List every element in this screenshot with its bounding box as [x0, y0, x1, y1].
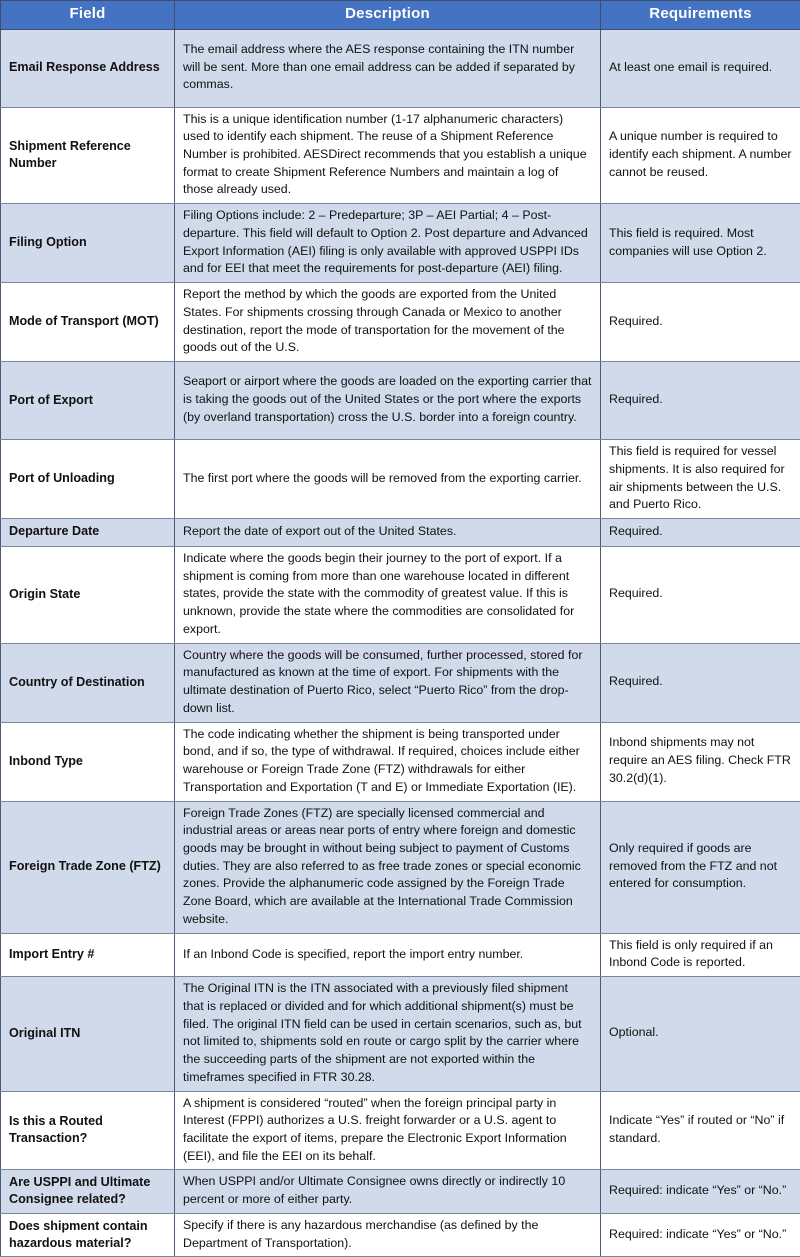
cell-requirements: This field is only required if an Inbond… [601, 933, 800, 976]
cell-description: Filing Options include: 2 – Predeparture… [175, 204, 601, 283]
cell-field: Foreign Trade Zone (FTZ) [1, 801, 175, 933]
cell-description: The email address where the AES response… [175, 29, 601, 107]
table-row: Import Entry # If an Inbond Code is spec… [1, 933, 800, 976]
table-row: Is this a Routed Transaction? A shipment… [1, 1091, 800, 1170]
cell-field: Port of Export [1, 362, 175, 440]
column-header-field: Field [1, 1, 175, 30]
table-row: Filing Option Filing Options include: 2 … [1, 204, 800, 283]
table-row: Original ITN The Original ITN is the ITN… [1, 977, 800, 1091]
cell-field: Email Response Address [1, 29, 175, 107]
table-row: Country of Destination Country where the… [1, 643, 800, 722]
cell-description: The first port where the goods will be r… [175, 440, 601, 519]
cell-requirements: Required. [601, 518, 800, 546]
table-row: Origin State Indicate where the goods be… [1, 546, 800, 643]
cell-requirements: This field is required. Most companies w… [601, 204, 800, 283]
cell-field: Country of Destination [1, 643, 175, 722]
table-row: Departure Date Report the date of export… [1, 518, 800, 546]
cell-description: When USPPI and/or Ultimate Consignee own… [175, 1170, 601, 1213]
cell-field: Departure Date [1, 518, 175, 546]
cell-requirements: Optional. [601, 977, 800, 1091]
cell-requirements: Indicate “Yes” if routed or “No” if stan… [601, 1091, 800, 1170]
table-header: Field Description Requirements [1, 1, 800, 30]
column-header-requirements: Requirements [601, 1, 800, 30]
cell-description: The Original ITN is the ITN associated w… [175, 977, 601, 1091]
table-body: Email Response Address The email address… [1, 29, 800, 1257]
cell-field: Original ITN [1, 977, 175, 1091]
table-row: Port of Unloading The first port where t… [1, 440, 800, 519]
cell-requirements: Required: indicate “Yes” or “No.” [601, 1213, 800, 1256]
cell-field: Does shipment contain hazardous material… [1, 1213, 175, 1256]
cell-description: A shipment is considered “routed” when t… [175, 1091, 601, 1170]
cell-field: Import Entry # [1, 933, 175, 976]
cell-requirements: At least one email is required. [601, 29, 800, 107]
cell-requirements: Required. [601, 546, 800, 643]
cell-description: Report the method by which the goods are… [175, 283, 601, 362]
cell-field: Is this a Routed Transaction? [1, 1091, 175, 1170]
cell-description: Specify if there is any hazardous mercha… [175, 1213, 601, 1256]
cell-description: This is a unique identification number (… [175, 107, 601, 204]
cell-description: Country where the goods will be consumed… [175, 643, 601, 722]
cell-description: Foreign Trade Zones (FTZ) are specially … [175, 801, 601, 933]
table-row: Are USPPI and Ultimate Consignee related… [1, 1170, 800, 1213]
cell-field: Mode of Transport (MOT) [1, 283, 175, 362]
cell-field: Port of Unloading [1, 440, 175, 519]
table-row: Mode of Transport (MOT) Report the metho… [1, 283, 800, 362]
cell-field: Origin State [1, 546, 175, 643]
cell-description: Report the date of export out of the Uni… [175, 518, 601, 546]
table-header-row: Field Description Requirements [1, 1, 800, 30]
cell-description: Indicate where the goods begin their jou… [175, 546, 601, 643]
table-row: Does shipment contain hazardous material… [1, 1213, 800, 1256]
table-row: Shipment Reference Number This is a uniq… [1, 107, 800, 204]
table-row: Email Response Address The email address… [1, 29, 800, 107]
cell-requirements: This field is required for vessel shipme… [601, 440, 800, 519]
cell-description: The code indicating whether the shipment… [175, 722, 601, 801]
cell-field: Filing Option [1, 204, 175, 283]
cell-requirements: A unique number is required to identify … [601, 107, 800, 204]
cell-field: Shipment Reference Number [1, 107, 175, 204]
cell-field: Are USPPI and Ultimate Consignee related… [1, 1170, 175, 1213]
table-row: Port of Export Seaport or airport where … [1, 362, 800, 440]
table-row: Inbond Type The code indicating whether … [1, 722, 800, 801]
table-row: Foreign Trade Zone (FTZ) Foreign Trade Z… [1, 801, 800, 933]
cell-requirements: Required. [601, 643, 800, 722]
cell-requirements: Required. [601, 362, 800, 440]
cell-requirements: Required. [601, 283, 800, 362]
cell-requirements: Required: indicate “Yes” or “No.” [601, 1170, 800, 1213]
cell-description: Seaport or airport where the goods are l… [175, 362, 601, 440]
cell-requirements: Only required if goods are removed from … [601, 801, 800, 933]
cell-field: Inbond Type [1, 722, 175, 801]
column-header-description: Description [175, 1, 601, 30]
field-requirements-table: Field Description Requirements Email Res… [0, 0, 800, 1257]
cell-requirements: Inbond shipments may not require an AES … [601, 722, 800, 801]
cell-description: If an Inbond Code is specified, report t… [175, 933, 601, 976]
